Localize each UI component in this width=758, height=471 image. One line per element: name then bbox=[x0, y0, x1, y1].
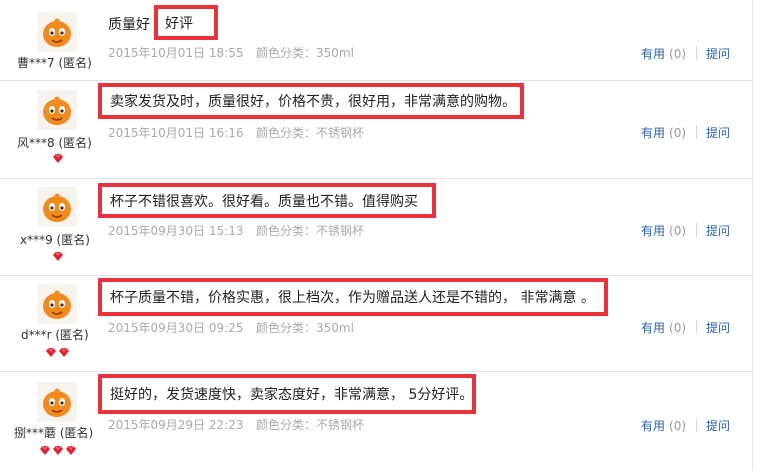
review-item: 风***8 (匿名) 卖家发货及时，质量很好，价格不贵，很好用，非常满意的购物。… bbox=[0, 81, 752, 179]
useful-count: (0) bbox=[669, 321, 687, 335]
useful-button[interactable]: 有用 (0) bbox=[641, 45, 686, 62]
color-label: 颜色分类： bbox=[256, 224, 317, 238]
color-label: 颜色分类： bbox=[256, 46, 317, 60]
review-meta: 2015年10月01日 18:55 颜色分类：350ml bbox=[108, 44, 354, 61]
review-item: d***r (匿名) 杯子质量不错，价格实惠，很上档次，作为赠品送人还是不错的，… bbox=[0, 276, 752, 372]
review-text-highlight: 好评 bbox=[154, 5, 218, 40]
review-text-prefix: 质量好 bbox=[108, 17, 150, 33]
diamond-icon bbox=[53, 251, 63, 261]
review-date: 2015年09月30日 15:13 bbox=[108, 224, 244, 238]
reviewer-level-badges bbox=[39, 445, 77, 456]
divider bbox=[696, 46, 697, 60]
review-text: 杯子质量不错，价格实惠，很上档次，作为赠品送人还是不错的， 非常满意 。 bbox=[110, 290, 595, 306]
review-date: 2015年09月30日 09:25 bbox=[108, 321, 244, 335]
useful-count: (0) bbox=[669, 224, 687, 238]
color-label: 颜色分类： bbox=[256, 321, 317, 335]
review-item: 捌***蘑 (匿名) 挺好的，发货速度快，卖家态度好，非常满意， 5分好评。 2… bbox=[0, 372, 752, 471]
color-value: 350ml bbox=[316, 321, 354, 335]
panel-right-border bbox=[752, 0, 753, 471]
color-value: 不锈钢杯 bbox=[316, 126, 365, 140]
review-meta: 2015年09月30日 15:13 颜色分类：不锈钢杯 bbox=[108, 222, 364, 239]
reviewer-level-badges bbox=[52, 251, 64, 262]
review-meta: 2015年09月29日 22:23 颜色分类：不锈钢杯 bbox=[108, 416, 364, 433]
color-label: 颜色分类： bbox=[256, 418, 317, 432]
divider bbox=[696, 418, 697, 432]
review-text: 杯子不错很喜欢。很好看。质量也不错。值得购买 bbox=[110, 193, 418, 210]
useful-count: (0) bbox=[669, 126, 687, 140]
avatar-icon[interactable] bbox=[37, 12, 77, 52]
reviewer-level-badges bbox=[52, 153, 64, 164]
review-date: 2015年10月01日 16:16 bbox=[108, 126, 244, 140]
review-text-highlight: 杯子不错很喜欢。很好看。质量也不错。值得购买 bbox=[98, 183, 436, 218]
avatar-icon[interactable] bbox=[37, 187, 77, 227]
diamond-icon bbox=[59, 347, 69, 357]
diamond-icon bbox=[53, 153, 63, 163]
reviewer-name: 捌***蘑 (匿名) bbox=[14, 426, 94, 440]
review-item: x***9 (匿名) 杯子不错很喜欢。很好看。质量也不错。值得购买 2015年0… bbox=[0, 179, 752, 276]
avatar-icon[interactable] bbox=[37, 382, 77, 422]
reviewer-name: x***9 (匿名) bbox=[20, 233, 90, 247]
useful-button[interactable]: 有用 (0) bbox=[641, 222, 686, 239]
useful-button[interactable]: 有用 (0) bbox=[641, 319, 686, 336]
reviewer-level-badges bbox=[45, 347, 70, 358]
avatar-icon[interactable] bbox=[37, 284, 77, 324]
review-text-highlight: 杯子质量不错，价格实惠，很上档次，作为赠品送人还是不错的， 非常满意 。 bbox=[98, 278, 608, 316]
review-text: 卖家发货及时，质量很好，价格不贵，很好用，非常满意的购物。 bbox=[110, 94, 516, 110]
useful-button[interactable]: 有用 (0) bbox=[641, 417, 686, 434]
color-value: 不锈钢杯 bbox=[316, 418, 365, 432]
ask-button[interactable]: 提问 bbox=[706, 45, 730, 62]
diamond-icon bbox=[46, 347, 56, 357]
color-label: 颜色分类： bbox=[256, 126, 317, 140]
color-value: 不锈钢杯 bbox=[316, 224, 365, 238]
useful-count: (0) bbox=[669, 47, 687, 61]
review-text: 挺好的，发货速度快，卖家态度好，非常满意， 5分好评。 bbox=[110, 387, 474, 403]
ask-button[interactable]: 提问 bbox=[706, 319, 730, 336]
review-text: 好评 bbox=[165, 15, 193, 32]
divider bbox=[696, 223, 697, 237]
avatar-icon[interactable] bbox=[37, 90, 77, 130]
reviewer-name: d***r (匿名) bbox=[21, 328, 89, 342]
reviewer-name: 风***8 (匿名) bbox=[17, 136, 92, 150]
color-value: 350ml bbox=[316, 46, 354, 60]
review-list: 曹***7 (匿名) 质量好 好评 2015年10月01日 18:55 颜色分类：… bbox=[0, 0, 758, 471]
review-text-highlight: 卖家发货及时，质量很好，价格不贵，很好用，非常满意的购物。 bbox=[98, 83, 524, 119]
review-item: 曹***7 (匿名) 质量好 好评 2015年10月01日 18:55 颜色分类：… bbox=[0, 0, 752, 81]
review-date: 2015年09月29日 22:23 bbox=[108, 418, 244, 432]
diamond-icon bbox=[40, 445, 50, 455]
ask-button[interactable]: 提问 bbox=[706, 417, 730, 434]
review-text-highlight: 挺好的，发货速度快，卖家态度好，非常满意， 5分好评。 bbox=[98, 374, 476, 414]
diamond-icon bbox=[66, 445, 76, 455]
reviewer-name: 曹***7 (匿名) bbox=[17, 56, 92, 70]
divider bbox=[696, 125, 697, 139]
ask-button[interactable]: 提问 bbox=[706, 222, 730, 239]
divider bbox=[696, 320, 697, 334]
diamond-icon bbox=[53, 445, 63, 455]
ask-button[interactable]: 提问 bbox=[706, 124, 730, 141]
useful-button[interactable]: 有用 (0) bbox=[641, 124, 686, 141]
useful-count: (0) bbox=[669, 419, 687, 433]
review-meta: 2015年10月01日 16:16 颜色分类：不锈钢杯 bbox=[108, 124, 364, 141]
review-date: 2015年10月01日 18:55 bbox=[108, 46, 244, 60]
review-meta: 2015年09月30日 09:25 颜色分类：350ml bbox=[108, 319, 354, 336]
